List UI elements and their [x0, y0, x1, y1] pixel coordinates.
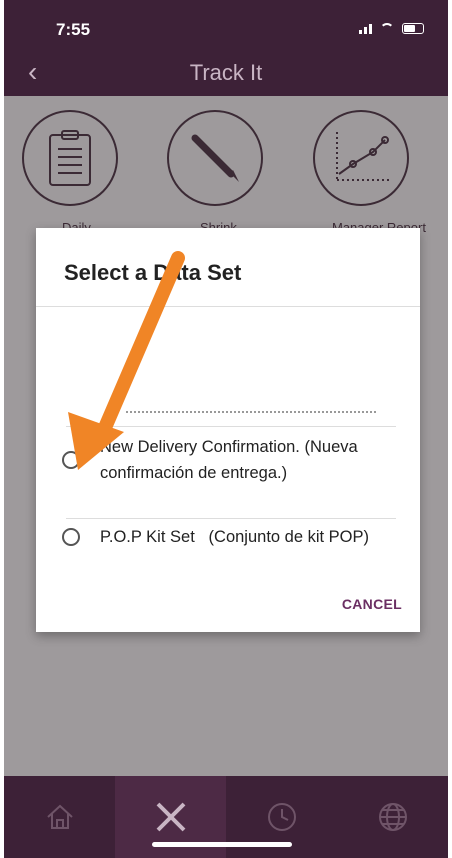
wifi-icon [380, 23, 394, 33]
top-bar: 7:55 ‹ Track It [4, 0, 448, 96]
radio-pop-kit[interactable] [62, 528, 80, 546]
dialog-title: Select a Data Set [64, 260, 242, 285]
clock-icon [267, 803, 296, 831]
line-chart-icon [336, 132, 389, 181]
tab-globe[interactable] [337, 776, 448, 858]
daily-tile[interactable] [22, 110, 118, 206]
signal-icon [359, 22, 372, 34]
home-indicator [152, 842, 292, 847]
option-label-pop-kit: P.O.P Kit Set (Conjunto de kit POP) [100, 528, 370, 546]
select-data-set-dialog: Select a Data Set New Delivery Confirmat… [36, 228, 420, 632]
list-divider [66, 518, 396, 519]
option-label-new-delivery: New Delivery Confirmation. (Nueva confir… [100, 438, 358, 482]
status-time: 7:55 [56, 20, 91, 39]
list-divider [66, 426, 396, 427]
radio-new-delivery[interactable] [62, 451, 80, 469]
battery-icon [402, 22, 424, 34]
option-new-delivery[interactable]: New Delivery Confirmation. (Nueva confir… [62, 434, 402, 486]
pencil-icon [191, 134, 239, 182]
page-title: Track It [189, 60, 263, 85]
manager-report-tile[interactable] [313, 110, 409, 206]
status-icons [359, 22, 424, 34]
tab-home[interactable] [4, 776, 115, 858]
option-pop-kit[interactable]: P.O.P Kit Set (Conjunto de kit POP) [62, 524, 402, 550]
shrink-tile[interactable] [167, 110, 263, 206]
home-icon [46, 804, 73, 829]
title-divider [36, 306, 420, 307]
clipboard-icon [49, 130, 91, 186]
scrolled-item-remnant [126, 411, 376, 413]
cancel-button[interactable]: CANCEL [342, 596, 402, 612]
pencil-ruler-icon [156, 802, 185, 832]
globe-icon [378, 803, 407, 831]
